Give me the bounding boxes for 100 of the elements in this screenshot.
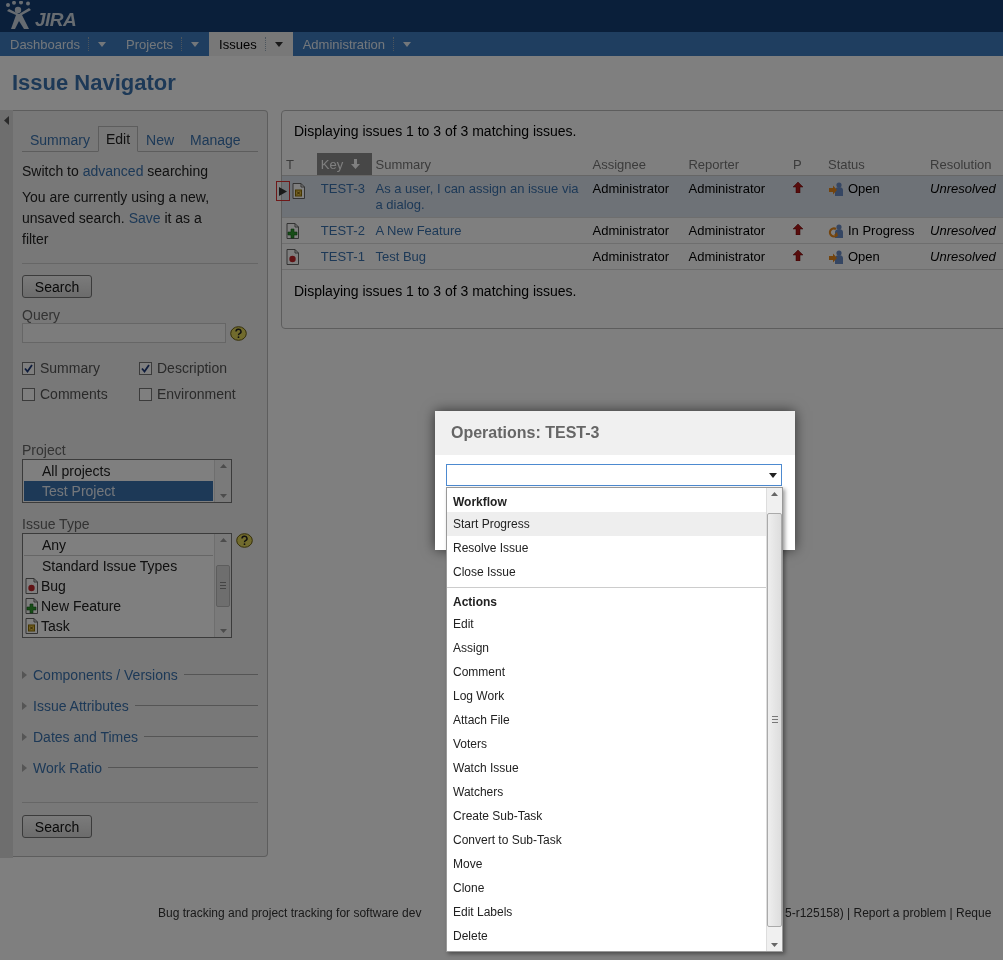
task-icon	[292, 183, 306, 199]
checkbox-box[interactable]	[22, 361, 35, 375]
checkbox-label: Comments	[40, 386, 108, 402]
menu-item[interactable]: Move	[447, 852, 766, 876]
menu-item[interactable]: Edit Labels	[447, 900, 766, 924]
row-actions-button[interactable]	[276, 181, 290, 201]
play-arrow-icon	[279, 186, 287, 196]
assignee-cell: Administrator	[588, 175, 685, 218]
help-icon	[236, 533, 253, 548]
menu-item[interactable]: Comment	[447, 660, 766, 684]
feature-icon	[286, 223, 300, 239]
column-header[interactable]: Reporter	[684, 153, 789, 176]
tab[interactable]: New	[138, 127, 183, 152]
column-header[interactable]: Assignee	[588, 153, 685, 176]
search-button[interactable]: Search	[22, 275, 92, 298]
dialog-title: Operations: TEST-3	[451, 424, 600, 442]
list-option[interactable]: Bug	[24, 576, 213, 596]
menu-item[interactable]: Start Progress	[447, 512, 766, 536]
menu-item[interactable]: Watchers	[447, 780, 766, 804]
project-label: Project	[22, 442, 67, 458]
collapse-arrow-icon	[22, 670, 27, 679]
resolution-cell: Unresolved	[926, 175, 1003, 218]
collapse-arrow-icon	[22, 763, 27, 772]
section-toggle[interactable]: Work Ratio	[22, 759, 102, 776]
column-header[interactable]: Status	[823, 153, 927, 176]
feature-icon	[25, 598, 39, 614]
column-header[interactable]: Summary	[371, 153, 589, 176]
priority-up-icon	[792, 250, 803, 261]
list-option[interactable]: New Feature	[24, 596, 213, 616]
collapse-arrow-icon	[22, 701, 27, 710]
list-box[interactable]: Any Standard Issue Types Bug New Feature Task	[22, 533, 232, 638]
collapse-arrow-icon	[22, 732, 27, 741]
menu-item[interactable]: Convert to Sub-Task	[447, 828, 766, 852]
menu-item[interactable]: Attach File	[447, 708, 766, 732]
section-toggle[interactable]: Dates and Times	[22, 728, 139, 745]
menu-item[interactable]: Delete	[447, 924, 766, 948]
sort-down-icon	[351, 159, 361, 169]
list-option[interactable]: All projects	[24, 461, 213, 481]
column-header[interactable]: T	[282, 153, 317, 176]
issue-key-link[interactable]: TEST-1	[320, 249, 365, 264]
issue-key-link[interactable]: TEST-2	[320, 223, 365, 238]
task-icon	[25, 618, 39, 634]
unsaved-search-text: You are currently using a new, unsaved search. Save it as a filter	[22, 188, 211, 249]
menu-item[interactable]: Clone	[447, 876, 766, 900]
footer-links-text: 5-r125158) | Report a problem | Reque	[785, 906, 993, 920]
issue-summary-link[interactable]: A New Feature	[375, 223, 585, 239]
tab[interactable]: Edit	[97, 126, 139, 152]
list-option[interactable]: Any	[24, 535, 213, 556]
status-open-icon	[827, 249, 844, 265]
menu-item[interactable]: Assign	[447, 636, 766, 660]
nav-menu[interactable]: Issues	[209, 32, 293, 56]
caret-icon	[274, 41, 283, 47]
link[interactable]: Save	[128, 210, 161, 226]
assignee-cell: Administrator	[588, 217, 685, 244]
menu-item[interactable]: Log Work	[447, 684, 766, 708]
operation-select-field[interactable]	[446, 464, 782, 486]
nav-menu[interactable]: Administration	[292, 32, 422, 56]
status-progress-icon	[827, 223, 844, 239]
caret-icon	[403, 41, 412, 47]
menu-item[interactable]: Voters	[447, 732, 766, 756]
checkbox-box[interactable]	[22, 387, 35, 401]
link[interactable]: advanced	[82, 163, 144, 179]
nav-menu[interactable]: Dashboards	[0, 32, 117, 56]
checkbox-box[interactable]	[139, 361, 152, 375]
tab[interactable]: Summary	[22, 127, 98, 152]
tab[interactable]: Manage	[182, 127, 249, 152]
logo-text: JIRA	[35, 8, 77, 31]
scrollbar[interactable]	[766, 488, 782, 951]
menu-item[interactable]: Close Issue	[447, 560, 766, 584]
list-option[interactable]: Standard Issue Types	[24, 556, 213, 576]
resolution-cell: Unresolved	[926, 217, 1003, 244]
menu-item[interactable]: Watch Issue	[447, 756, 766, 780]
results-count-text: Displaying issues 1 to 3 of 3 matching issues.	[293, 123, 578, 139]
scrollbar[interactable]	[214, 460, 231, 502]
menu-item[interactable]: Create Sub-Task	[447, 804, 766, 828]
bug-icon	[25, 578, 39, 594]
search-button[interactable]: Search	[22, 815, 92, 838]
scroll-up-icon	[219, 538, 227, 542]
nav-menu[interactable]: Projects	[116, 32, 210, 56]
menu-item[interactable]: Resolve Issue	[447, 536, 766, 560]
list-option[interactable]: Task	[24, 616, 213, 636]
section-toggle[interactable]: Components / Versions	[22, 666, 178, 683]
status-text: In Progress	[847, 223, 915, 239]
checkbox-label: Description	[157, 360, 228, 376]
status-text: Open	[847, 249, 880, 265]
status-text: Open	[847, 181, 880, 197]
scrollbar[interactable]	[214, 534, 231, 637]
collapse-arrow-icon	[4, 116, 9, 125]
group-heading: Actions	[452, 594, 498, 611]
scroll-up-icon	[771, 492, 778, 496]
column-header[interactable]: P	[788, 153, 824, 176]
section-toggle[interactable]: Issue Attributes	[22, 697, 129, 714]
menu-item[interactable]: Edit	[447, 612, 766, 636]
checkbox-box[interactable]	[139, 387, 152, 401]
query-label: Query	[22, 307, 62, 323]
issue-summary-link[interactable]: Test Bug	[375, 249, 585, 265]
list-box[interactable]: All projects Test Project	[22, 459, 232, 503]
reporter-cell: Administrator	[684, 243, 789, 270]
list-option[interactable]: Test Project	[24, 481, 213, 501]
column-header[interactable]: Resolution	[926, 153, 1003, 176]
